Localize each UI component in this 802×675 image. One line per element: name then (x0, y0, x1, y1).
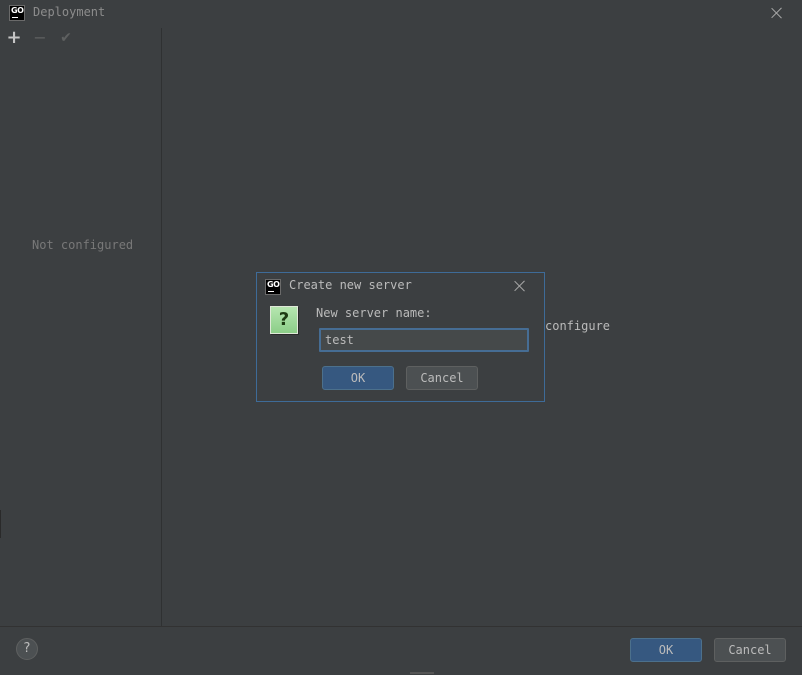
apply-check-button[interactable]: ✔ (56, 28, 76, 48)
server-toolbar: + − ✔ (0, 28, 160, 48)
window-title: Deployment (33, 5, 106, 19)
dialog-title: Create new server (289, 278, 412, 292)
goland-icon: GO (265, 279, 281, 295)
server-name-input[interactable] (319, 328, 529, 352)
edge-marker (0, 510, 1, 538)
panel-divider[interactable] (161, 28, 162, 626)
dialog-close-icon[interactable] (513, 279, 527, 293)
goland-icon: GO (9, 5, 25, 21)
dialog-cancel-button[interactable]: Cancel (406, 366, 478, 390)
help-button[interactable]: ? (16, 638, 38, 660)
cancel-button[interactable]: Cancel (714, 638, 786, 662)
ok-button[interactable]: OK (630, 638, 702, 662)
dialog-ok-button[interactable]: OK (322, 366, 394, 390)
title-bar: GO Deployment (0, 0, 802, 26)
remove-server-button[interactable]: − (30, 28, 50, 48)
add-server-button[interactable]: + (4, 28, 24, 48)
create-server-dialog: GO Create new server ? New server name: … (256, 272, 545, 402)
server-name-label: New server name: (316, 306, 432, 320)
close-icon[interactable] (770, 6, 784, 20)
empty-server-list-text: Not configured (32, 238, 134, 252)
configure-hint-text: configure (545, 319, 611, 333)
question-icon: ? (270, 306, 298, 334)
